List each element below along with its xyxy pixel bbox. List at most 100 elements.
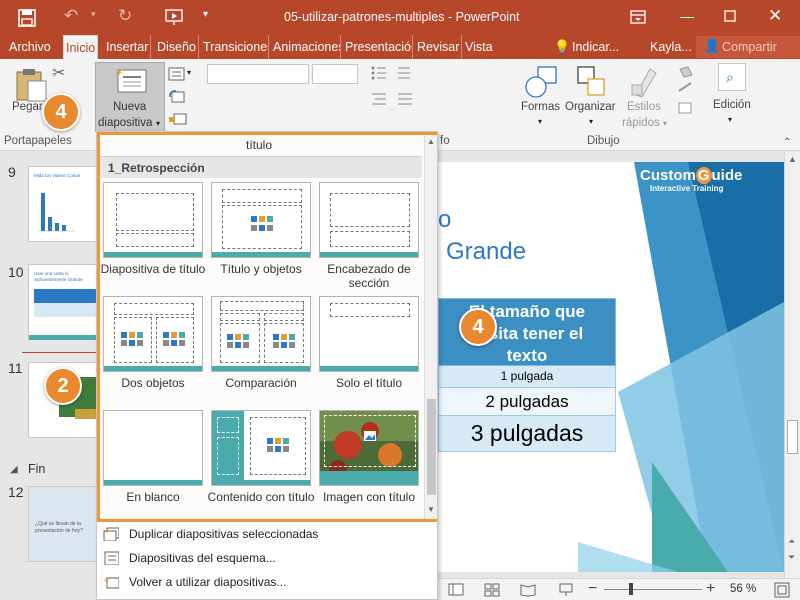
zoom-in-icon[interactable]: + (706, 580, 715, 598)
layout-name: Título y objetos (220, 262, 302, 276)
share-person-icon: 👤 (704, 38, 721, 53)
outline-slides-item[interactable]: Diapositivas del esquema... (97, 546, 437, 570)
editing-label[interactable]: Edición (713, 99, 751, 111)
share-label: Compartir (722, 40, 777, 54)
paste-icon[interactable] (14, 67, 48, 103)
paste-label[interactable]: Pegar (12, 101, 43, 113)
maximize-icon[interactable] (724, 10, 736, 22)
section-icon[interactable] (168, 111, 190, 127)
tab-revisar[interactable]: Revisar (415, 35, 463, 59)
slide-thumbnail-10[interactable]: Usar una Letra lo Suficientemente Grande (28, 264, 98, 340)
duplicate-slides-item[interactable]: ✶ Duplicar diapositivas seleccionadas (97, 522, 437, 546)
undo-icon[interactable]: ↶ (64, 6, 78, 26)
collapse-ribbon-icon[interactable]: ⌃ (783, 137, 791, 148)
gallery-scrollbar-thumb[interactable] (427, 399, 436, 495)
layout-picture-with-caption[interactable] (319, 410, 419, 486)
normal-view-icon[interactable] (448, 583, 464, 597)
zoom-out-icon[interactable]: − (588, 580, 597, 598)
ribbon-display-options-icon[interactable] (630, 10, 646, 24)
content-icons (267, 438, 289, 452)
tab-inicio[interactable]: Inicio (63, 35, 99, 59)
quick-styles-icon[interactable] (630, 65, 660, 99)
tab-presentacion[interactable]: Presentación (343, 35, 413, 59)
search-icon: ⌕ (726, 69, 734, 85)
reset-icon[interactable] (168, 89, 186, 105)
placeholder (330, 193, 410, 227)
minimize-icon[interactable]: — (680, 8, 694, 24)
tab-transiciones[interactable]: Transiciones (201, 35, 269, 59)
next-slide-icon[interactable]: ⏷ (788, 552, 795, 563)
customize-toolbar-icon[interactable]: ▾ (203, 9, 208, 20)
gallery-scroll-down-icon[interactable]: ▼ (427, 505, 435, 514)
bullets-icon[interactable] (370, 65, 430, 81)
reuse-slides-item[interactable]: ✶ Volver a utilizar diapositivas... (97, 570, 437, 594)
insert-marker-line (22, 352, 96, 353)
redo-icon[interactable]: ↻ (118, 6, 132, 26)
current-slide[interactable]: Custom Guide Interactive Training o Grand… (438, 162, 784, 572)
section-collapse-icon[interactable]: ◢ (10, 464, 18, 475)
slide-sorter-icon[interactable] (484, 583, 500, 597)
indent-icon[interactable] (370, 91, 430, 107)
zoom-slider[interactable] (604, 583, 702, 595)
layout-content-with-caption[interactable] (211, 410, 311, 486)
logo: Custom Guide (640, 167, 742, 184)
slide-thumbnail-9[interactable]: Mida los Videos Cortos (28, 166, 98, 242)
slide-title-partial-2[interactable]: Grande (446, 238, 526, 266)
fit-slide-icon[interactable] (774, 582, 790, 598)
layout-title-only[interactable] (319, 296, 419, 372)
font-size-input[interactable] (312, 64, 358, 84)
shape-format-icons[interactable] (676, 65, 696, 121)
quick-styles-label-1[interactable]: Estilos (627, 101, 661, 113)
layout-blank[interactable] (103, 410, 203, 486)
previous-slide-icon[interactable]: ⏶ (788, 536, 795, 547)
start-slideshow-icon[interactable] (165, 9, 183, 26)
reading-view-icon[interactable] (520, 583, 536, 597)
quick-styles-label-2[interactable]: rápidos (622, 117, 660, 129)
arrange-icon[interactable] (576, 65, 608, 99)
layout-title-slide[interactable] (103, 182, 203, 258)
tab-archivo[interactable]: Archivo (7, 35, 53, 59)
gallery-scrollbar[interactable]: ▲ ▼ (424, 135, 437, 519)
section-label[interactable]: Fin (28, 462, 45, 476)
scroll-up-icon[interactable]: ▲ (788, 154, 797, 164)
layout-title-and-content[interactable] (211, 182, 311, 258)
tab-diseno[interactable]: Diseño (155, 35, 199, 59)
zoom-slider-thumb[interactable] (629, 583, 633, 595)
layout-icon[interactable] (168, 67, 188, 83)
slide-scrollbar[interactable]: ▲ ⏶ ⏷ (784, 152, 800, 578)
slide-number-12: 12 (8, 484, 24, 500)
zoom-level[interactable]: 56 % (730, 583, 756, 595)
tab-vista[interactable]: Vista (463, 35, 495, 59)
close-icon[interactable]: ✕ (768, 6, 782, 26)
arrange-chevron-icon: ▾ (589, 117, 594, 126)
outline-icon (104, 551, 119, 565)
share-button[interactable]: 👤 Compartir (696, 36, 800, 58)
thumb9-title: Mida los Videos Cortos (34, 173, 81, 178)
arrange-label[interactable]: Organizar (565, 101, 616, 113)
layout-dropdown-icon[interactable]: ▾ (187, 68, 191, 77)
gallery-scroll-up-icon[interactable]: ▲ (427, 137, 435, 146)
layout-section-header[interactable] (319, 182, 419, 258)
font-name-input[interactable] (207, 64, 309, 84)
scrollbar-thumb[interactable] (787, 420, 798, 454)
shapes-label[interactable]: Formas (521, 101, 560, 113)
layout-name: Contenido con título (207, 490, 315, 504)
slide-thumbnail-12[interactable]: ¿Qué se llevan de la presentación de hoy… (28, 486, 98, 562)
dropdown-arrow-icon[interactable]: ▾ (91, 9, 96, 20)
slide-title-partial-1[interactable]: o (438, 206, 451, 234)
user-name[interactable]: Kayla... (650, 40, 692, 54)
tell-me-box[interactable]: Indicar... (572, 40, 619, 54)
logo-text-1: Custom (640, 167, 696, 184)
tab-animaciones[interactable]: Animaciones (271, 35, 341, 59)
slideshow-view-icon[interactable] (558, 583, 574, 597)
content-icons (227, 334, 249, 348)
find-button[interactable]: ⌕ (718, 63, 746, 91)
layout-comparison[interactable] (211, 296, 311, 372)
thumb11-sign (75, 409, 97, 419)
save-icon[interactable] (18, 9, 36, 27)
new-slide-button[interactable]: ✶ Nueva diapositiva ▾ (95, 62, 165, 132)
layout-two-content[interactable] (103, 296, 203, 372)
shapes-icon[interactable] (524, 65, 560, 99)
cut-icon[interactable]: ✂ (52, 63, 65, 83)
tab-insertar[interactable]: Insertar (104, 35, 152, 59)
